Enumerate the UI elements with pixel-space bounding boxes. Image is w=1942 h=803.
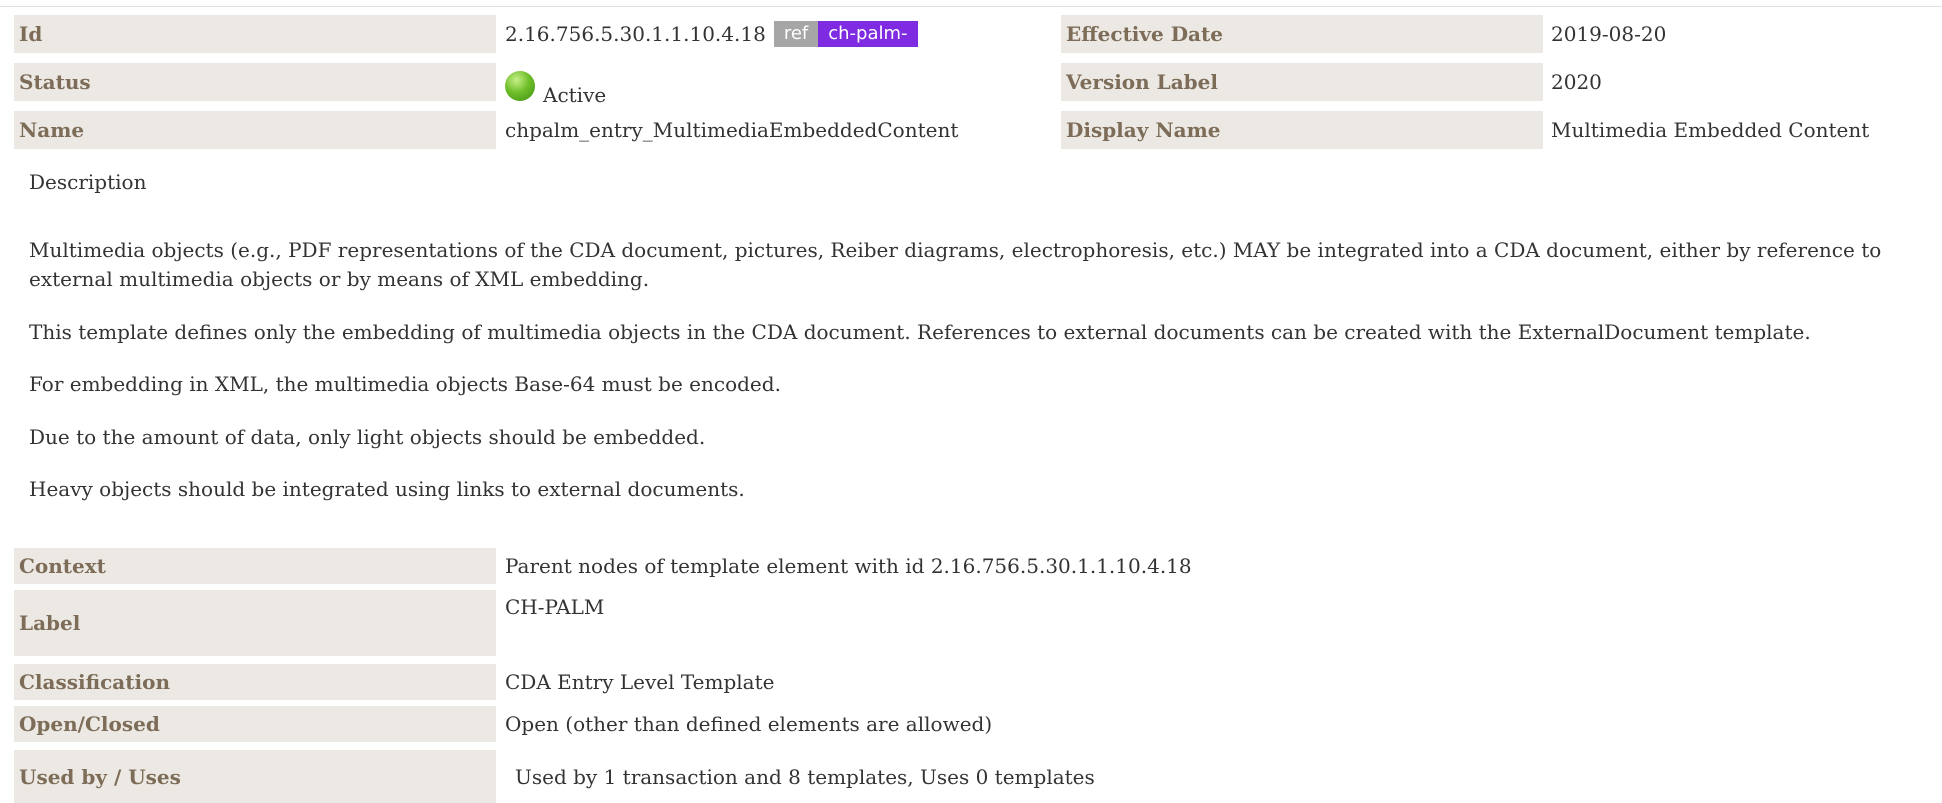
version-label-label: Version Label [1061, 63, 1543, 101]
version-label-text: 2020 [1551, 70, 1602, 94]
classification-value: CDA Entry Level Template [505, 664, 774, 700]
name-label-text: Name [19, 118, 85, 142]
status-label: Status [14, 63, 496, 101]
label-value: CH-PALM [505, 590, 604, 656]
context-text: Parent nodes of template element with id… [505, 554, 1192, 578]
id-value-cell: 2.16.756.5.30.1.1.10.4.18 ref ch-palm- [505, 15, 918, 53]
used-by-label-text: Used by / Uses [19, 764, 181, 789]
description-paragraph: Due to the amount of data, only light ob… [29, 425, 706, 449]
open-closed-label: Open/Closed [14, 706, 496, 742]
label-label: Label [14, 590, 496, 656]
name-value: chpalm_entry_MultimediaEmbeddedContent [505, 111, 958, 149]
used-by-label: Used by / Uses [14, 750, 496, 803]
open-closed-text: Open (other than defined elements are al… [505, 712, 993, 736]
used-by-text[interactable]: Used by 1 transaction and 8 templates, U… [515, 765, 1095, 789]
status-text: Active [543, 83, 607, 107]
effective-date-value: 2019-08-20 [1551, 15, 1666, 53]
description-paragraph: For embedding in XML, the multimedia obj… [29, 372, 781, 396]
context-value: Parent nodes of template element with id… [505, 548, 1192, 584]
name-text: chpalm_entry_MultimediaEmbeddedContent [505, 118, 959, 142]
effective-date-text: 2019-08-20 [1551, 22, 1667, 46]
id-label: Id [14, 15, 496, 53]
prefix-badge[interactable]: ch-palm- [818, 21, 918, 47]
template-id: 2.16.756.5.30.1.1.10.4.18 [505, 22, 766, 46]
label-label-text: Label [19, 611, 81, 635]
id-label-text: Id [19, 22, 43, 46]
open-closed-value: Open (other than defined elements are al… [505, 706, 992, 742]
classification-label-text: Classification [19, 670, 170, 694]
open-closed-label-text: Open/Closed [19, 712, 160, 736]
effective-date-label-text: Effective Date [1066, 22, 1223, 46]
version-label-value: 2020 [1551, 63, 1602, 101]
used-by-value[interactable]: Used by 1 transaction and 8 templates, U… [515, 750, 1095, 803]
context-label: Context [14, 548, 496, 584]
ref-badge[interactable]: ref [773, 21, 819, 47]
display-name-label-text: Display Name [1066, 118, 1221, 142]
status-value-cell: Active [505, 63, 606, 107]
green-circle-icon [505, 71, 535, 101]
description-paragraph: Multimedia objects (e.g., PDF representa… [29, 238, 1882, 291]
display-name-value: Multimedia Embedded Content [1551, 111, 1869, 149]
classification-label: Classification [14, 664, 496, 700]
name-label: Name [14, 111, 496, 149]
classification-text: CDA Entry Level Template [505, 670, 775, 694]
display-name-text: Multimedia Embedded Content [1551, 118, 1870, 142]
description-title: Description [29, 170, 147, 194]
label-text: CH-PALM [505, 595, 605, 619]
top-divider [0, 6, 1942, 7]
status-label-text: Status [19, 70, 91, 94]
version-label-label-text: Version Label [1066, 70, 1218, 94]
description-paragraph: This template defines only the embedding… [29, 320, 1811, 344]
context-label-text: Context [19, 554, 106, 578]
effective-date-label: Effective Date [1061, 15, 1543, 53]
display-name-label: Display Name [1061, 111, 1543, 149]
description-paragraph: Heavy objects should be integrated using… [29, 477, 745, 501]
